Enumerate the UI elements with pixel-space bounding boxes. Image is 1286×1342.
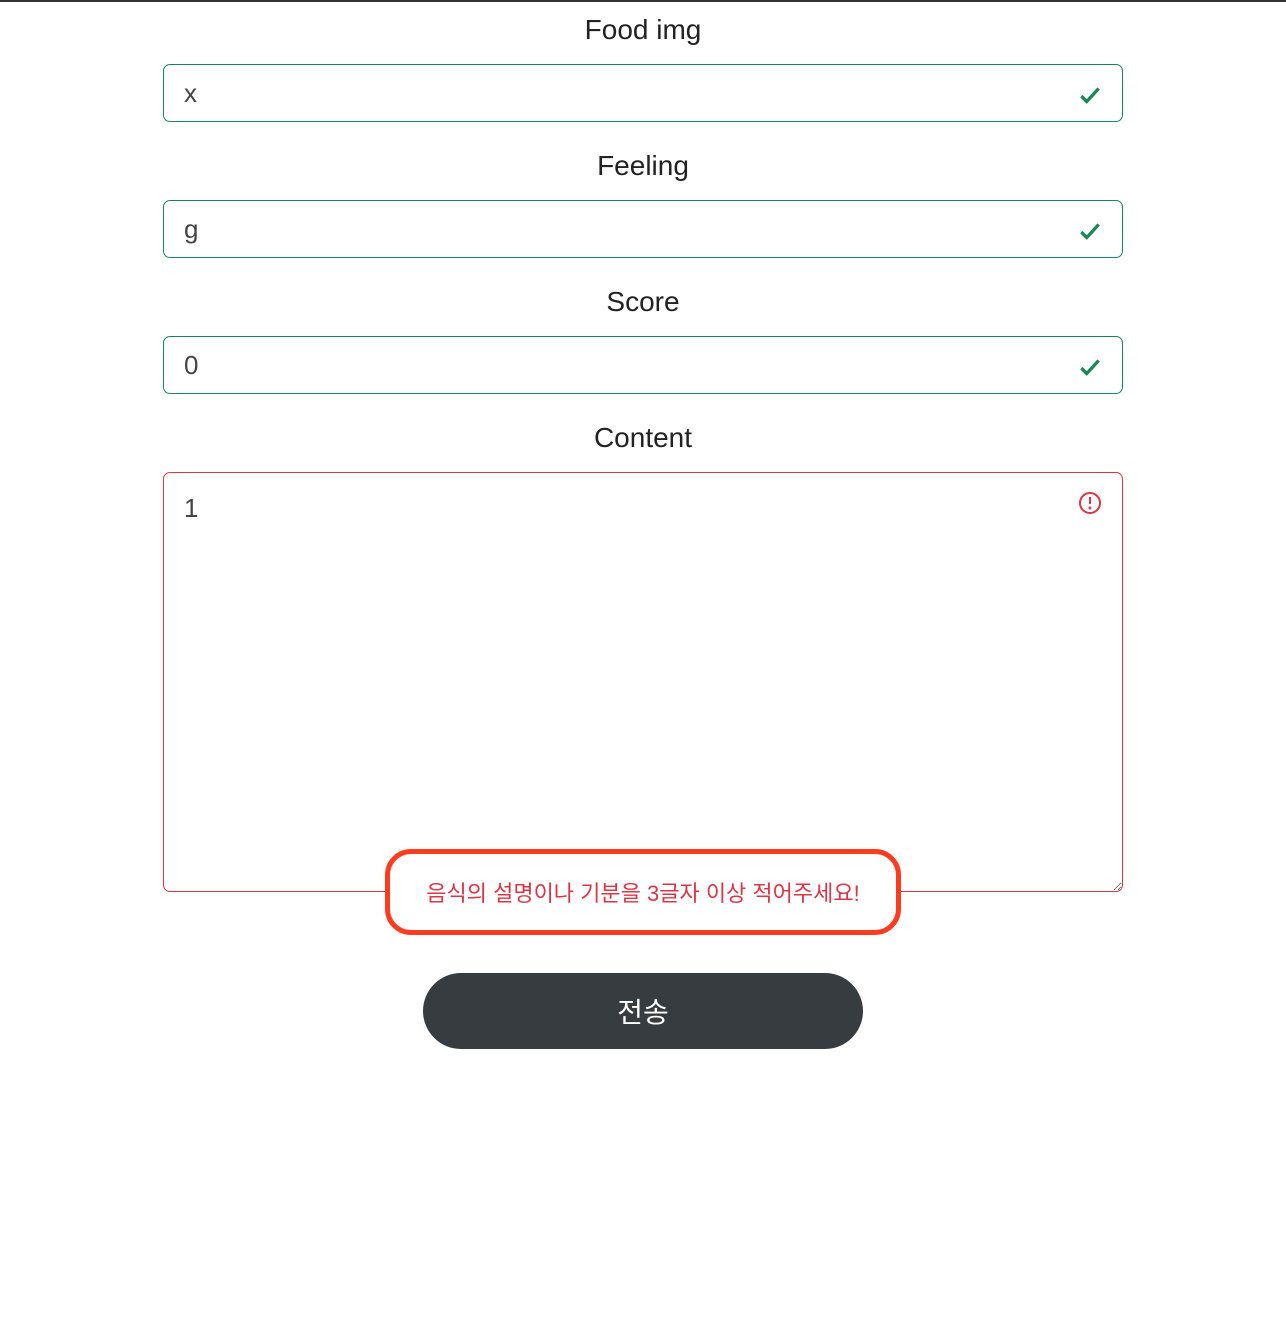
food-img-input[interactable] [163,64,1123,122]
content-input-wrapper [163,472,1123,897]
score-label: Score [163,286,1123,318]
feeling-label: Feeling [163,150,1123,182]
score-input-wrapper [163,336,1123,394]
feeling-group: Feeling [163,150,1123,258]
food-img-group: Food img [163,14,1123,122]
food-img-input-wrapper [163,64,1123,122]
check-icon [1077,218,1103,244]
content-group: Content 음식의 설명이나 기분을 3글자 이상 적어주세요! [163,422,1123,993]
content-textarea[interactable] [163,472,1123,892]
submit-button[interactable]: 전송 [423,973,863,1049]
score-input[interactable] [163,336,1123,394]
content-label: Content [163,422,1123,454]
error-icon [1077,490,1103,516]
content-error-message: 음식의 설명이나 기분을 3글자 이상 적어주세요! [385,849,900,935]
check-icon [1077,82,1103,108]
check-icon [1077,354,1103,380]
feeling-input[interactable] [163,200,1123,258]
score-group: Score [163,286,1123,394]
food-img-label: Food img [163,14,1123,46]
submit-row: 전송 [163,973,1123,1049]
feeling-input-wrapper [163,200,1123,258]
form-container: Food img Feeling Score Content [143,2,1143,1109]
